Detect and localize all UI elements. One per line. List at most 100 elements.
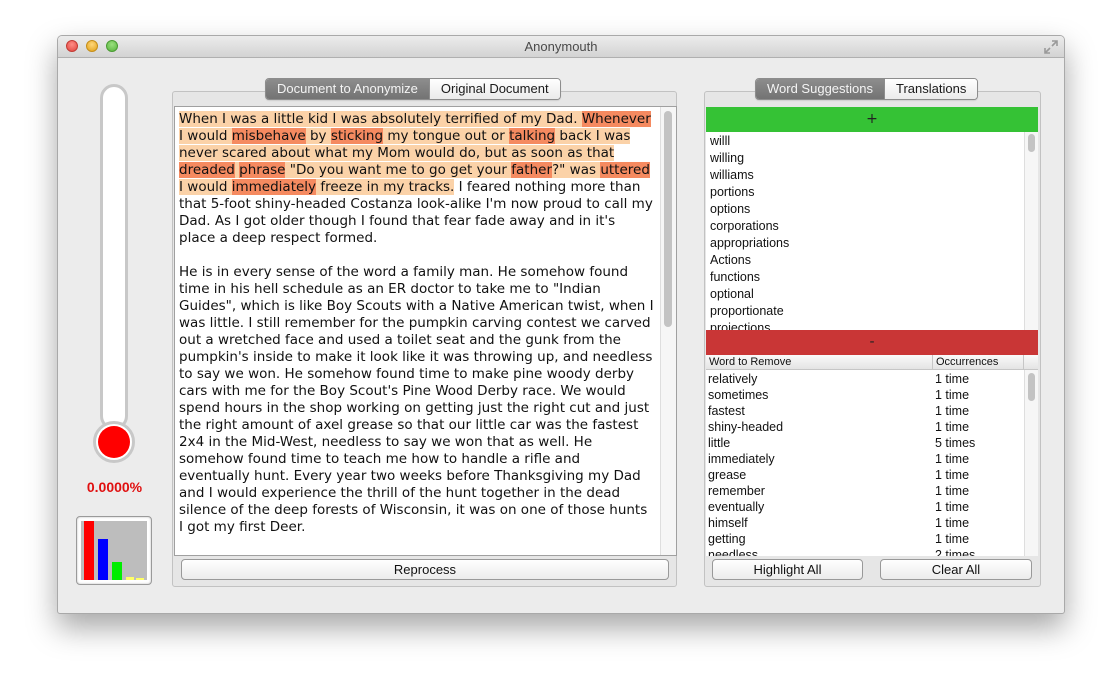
- remove-list-scroll-thumb[interactable]: [1028, 373, 1035, 401]
- remove-word-cell: needless: [708, 548, 759, 556]
- suggestion-word-item[interactable]: options: [706, 201, 1038, 218]
- remove-word-cell: fastest: [708, 404, 745, 418]
- document-editor[interactable]: When I was a little kid I was absolutely…: [174, 106, 677, 556]
- occurrence-count-cell: 1 time: [935, 516, 970, 530]
- highlighted-sentence: "Do you want me to go get your: [285, 162, 512, 178]
- remove-word-cell: immediately: [708, 452, 775, 466]
- mini-chart-bar: [84, 521, 94, 580]
- remove-word-cell: himself: [708, 516, 748, 530]
- suggestion-word-item[interactable]: proportionate: [706, 303, 1038, 320]
- occurrence-count-cell: 1 time: [935, 532, 970, 546]
- suggestion-word-item[interactable]: appropriations: [706, 235, 1038, 252]
- occurrence-count-cell: 1 time: [935, 420, 970, 434]
- tab-translations[interactable]: Translations: [884, 79, 978, 99]
- remove-table-row[interactable]: remember 1 time: [706, 483, 1038, 499]
- app-window: Anonymouth 0.0000% Document to Anonymize…: [57, 35, 1065, 614]
- highlighted-sentence: my tongue out or: [383, 128, 510, 144]
- suggestion-word-item[interactable]: willing: [706, 150, 1038, 167]
- remove-table-row[interactable]: grease 1 time: [706, 467, 1038, 483]
- mini-chart-bar: [112, 562, 122, 580]
- mini-chart-bar: [126, 577, 134, 580]
- highlighted-sentence: ?" was: [552, 162, 601, 178]
- suggestion-word-item[interactable]: portions: [706, 184, 1038, 201]
- remove-word-cell: sometimes: [708, 388, 769, 402]
- remove-table-row[interactable]: needless 2 times: [706, 547, 1038, 556]
- occurrence-count-cell: 1 time: [935, 468, 970, 482]
- reprocess-button[interactable]: Reprocess: [181, 559, 669, 580]
- fullscreen-icon[interactable]: [1044, 40, 1058, 54]
- remove-word-cell: relatively: [708, 372, 758, 386]
- suggestion-word-item[interactable]: williams: [706, 167, 1038, 184]
- occurrence-count-cell: 2 times: [935, 548, 976, 556]
- remove-table-row[interactable]: eventually 1 time: [706, 499, 1038, 515]
- tab-original-document[interactable]: Original Document: [428, 79, 560, 99]
- column-divider: [1023, 355, 1024, 369]
- highlighted-word: sticking: [330, 128, 384, 144]
- suggestion-tabs: Word Suggestions Translations: [755, 78, 979, 100]
- remove-table-row[interactable]: fastest 1 time: [706, 403, 1038, 419]
- remove-table-row[interactable]: getting 1 time: [706, 531, 1038, 547]
- words-to-add-items: willl willing williams portions options corpo…: [706, 132, 1038, 330]
- column-occurrences[interactable]: Occurrences: [936, 355, 998, 369]
- document-text[interactable]: When I was a little kid I was absolutely…: [179, 111, 655, 553]
- suggestion-word-item[interactable]: functions: [706, 269, 1038, 286]
- document-scrollbar[interactable]: [660, 107, 676, 555]
- highlighted-word: immediately: [231, 179, 317, 195]
- highlighted-sentence: When I was a little kid I was absolutely…: [179, 111, 582, 127]
- highlighted-word: talking: [509, 128, 556, 144]
- column-word-to-remove[interactable]: Word to Remove: [709, 355, 791, 369]
- paragraph-1: When I was a little kid I was absolutely…: [179, 111, 655, 247]
- paragraph-2: He is in every sense of the word a famil…: [179, 264, 654, 535]
- occurrence-count-cell: 5 times: [935, 436, 976, 450]
- remove-word-cell: remember: [708, 484, 765, 498]
- occurrence-count-cell: 1 time: [935, 388, 970, 402]
- clear-all-button[interactable]: Clear All: [880, 559, 1032, 580]
- add-list-scroll-thumb[interactable]: [1028, 134, 1035, 152]
- words-to-remove-table[interactable]: relatively 1 time sometimes 1 time fastest 1 …: [706, 370, 1038, 556]
- document-tabs: Document to Anonymize Original Document: [265, 78, 561, 100]
- remove-word-cell: little: [708, 436, 731, 450]
- remove-table-row[interactable]: sometimes 1 time: [706, 387, 1038, 403]
- highlighted-word: phrase: [239, 162, 286, 178]
- suggestion-word-item[interactable]: willl: [706, 133, 1038, 150]
- remove-table-row[interactable]: himself 1 time: [706, 515, 1038, 531]
- highlighted-word: misbehave: [231, 128, 306, 144]
- words-to-add-list[interactable]: willl willing williams portions options corpo…: [706, 132, 1038, 330]
- add-list-scrollbar[interactable]: [1024, 132, 1038, 330]
- occurrence-count-cell: 1 time: [935, 484, 970, 498]
- remove-word-cell: eventually: [708, 500, 765, 514]
- remove-list-scrollbar[interactable]: [1024, 370, 1038, 556]
- occurrence-count-cell: 1 time: [935, 372, 970, 386]
- suggestion-word-item[interactable]: projections: [706, 320, 1038, 330]
- thermometer-level-indicator: [98, 426, 130, 458]
- column-divider: [932, 355, 933, 369]
- highlighted-sentence: I would: [179, 128, 232, 144]
- remove-word-cell: shiny-headed: [708, 420, 784, 434]
- tab-word-suggestions[interactable]: Word Suggestions: [756, 79, 884, 99]
- remove-word-cell: grease: [708, 468, 747, 482]
- window-title: Anonymouth: [524, 39, 598, 54]
- tab-document-to-anonymize[interactable]: Document to Anonymize: [266, 79, 429, 99]
- occurrence-count-cell: 1 time: [935, 452, 970, 466]
- remove-table-row[interactable]: immediately 1 time: [706, 451, 1038, 467]
- highlighted-word: father: [511, 162, 553, 178]
- suggestion-word-item[interactable]: corporations: [706, 218, 1038, 235]
- mini-chart-bar: [98, 539, 108, 580]
- anonymity-percentage: 0.0000%: [86, 479, 143, 495]
- suggestion-word-item[interactable]: Actions: [706, 252, 1038, 269]
- highlighted-word: Whenever: [581, 111, 651, 127]
- document-scroll-thumb[interactable]: [664, 111, 672, 327]
- remove-table-row[interactable]: relatively 1 time: [706, 371, 1038, 387]
- words-to-remove-header[interactable]: -: [706, 330, 1038, 355]
- highlight-all-button[interactable]: Highlight All: [712, 559, 863, 580]
- suggestion-word-item[interactable]: optional: [706, 286, 1038, 303]
- remove-table-header: Word to Remove Occurrences: [706, 355, 1038, 370]
- highlighted-sentence: freeze in my tracks.: [316, 179, 455, 195]
- occurrence-count-cell: 1 time: [935, 404, 970, 418]
- words-to-add-header[interactable]: +: [706, 107, 1038, 132]
- remove-table-row[interactable]: little 5 times: [706, 435, 1038, 451]
- mini-chart-plot: [81, 521, 147, 580]
- remove-table-row[interactable]: shiny-headed 1 time: [706, 419, 1038, 435]
- results-mini-chart[interactable]: [76, 516, 152, 585]
- remove-word-cell: getting: [708, 532, 746, 546]
